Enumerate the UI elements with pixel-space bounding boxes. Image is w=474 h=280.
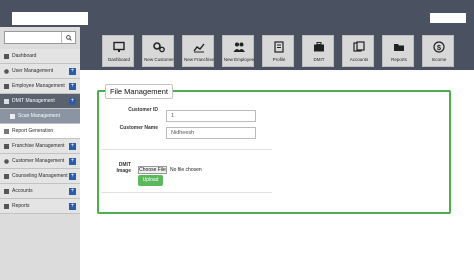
sidebar-item-label: Accounts: [12, 188, 33, 194]
form-divider: [101, 192, 272, 193]
report-icon: [4, 128, 9, 134]
expand-button[interactable]: +: [69, 68, 76, 75]
expand-button[interactable]: +: [69, 188, 76, 195]
counseling-icon: [4, 173, 9, 179]
dmit-image-label: DMIT Image: [81, 162, 131, 174]
sidebar-item-accounts[interactable]: Accounts +: [0, 184, 80, 199]
sidebar-item-label: Employee Management: [12, 83, 65, 89]
customer-name-label: Customer Name: [119, 125, 158, 131]
search-input[interactable]: [4, 31, 76, 44]
sidebar-item-report-generation[interactable]: Report Generation: [0, 124, 80, 139]
tile-label: Dashboard: [107, 57, 130, 62]
dollar-icon: $: [433, 41, 445, 53]
folder-icon: [394, 44, 404, 51]
tile-label: New Customer: [144, 57, 174, 62]
accounts-icon: [353, 41, 365, 52]
tile-label: Accounts: [349, 57, 369, 62]
expand-button[interactable]: +: [69, 98, 76, 105]
expand-button[interactable]: +: [69, 173, 76, 180]
sidebar-menu: Dashboard User Management + Employee Man…: [0, 49, 80, 214]
brand-logo: [12, 12, 88, 25]
chart-icon: [193, 43, 205, 53]
tile-label: Income: [431, 57, 447, 62]
panel-title: File Management: [105, 84, 173, 99]
sidebar-item-employee-management[interactable]: Employee Management +: [0, 79, 80, 94]
sidebar-item-counseling-management[interactable]: Counseling Management +: [0, 169, 80, 184]
sidebar-item-franchise-management[interactable]: Franchise Management +: [0, 139, 80, 154]
scan-icon: [10, 113, 15, 119]
sidebar-item-scan-management[interactable]: Scan Management: [0, 109, 80, 124]
tile-label: New Employee: [223, 57, 255, 62]
customer-id-field[interactable]: 1: [166, 110, 256, 122]
reports-icon: [4, 203, 9, 209]
sidebar-item-label: Counseling Management: [12, 173, 68, 179]
tile-profile[interactable]: Profile: [262, 35, 294, 67]
dashboard-icon: [4, 53, 9, 59]
tile-income[interactable]: $ Income: [422, 35, 454, 67]
monitor-icon: [113, 41, 125, 52]
tile-new-employee[interactable]: New Employee: [222, 35, 254, 67]
upload-button[interactable]: Upload: [138, 175, 163, 186]
tile-new-franchise[interactable]: New Franchise: [182, 35, 214, 67]
sidebar-item-label: Customer Management: [12, 158, 65, 164]
tile-new-customer[interactable]: New Customer: [142, 35, 174, 67]
gears-icon: [153, 42, 165, 53]
sidebar-item-customer-management[interactable]: Customer Management +: [0, 154, 80, 169]
tile-dashboard[interactable]: Dashboard: [102, 35, 134, 67]
customer-name-field[interactable]: Nidheesh: [166, 127, 256, 139]
tile-accounts[interactable]: Accounts: [342, 35, 374, 67]
tile-label: Profile: [272, 57, 286, 62]
sidebar-item-label: User Management: [12, 68, 54, 74]
search-icon: [65, 34, 72, 41]
sidebar-item-label: Reports: [12, 203, 30, 209]
sidebar-item-dashboard[interactable]: Dashboard: [0, 49, 80, 64]
dmit-icon: [4, 98, 9, 104]
customer-icon: [4, 158, 9, 164]
tile-reports[interactable]: Reports: [382, 35, 414, 67]
expand-button[interactable]: +: [69, 83, 76, 90]
employee-icon: [4, 83, 9, 89]
sidebar-item-label: Report Generation: [12, 128, 54, 134]
svg-text:$: $: [437, 43, 442, 52]
user-menu[interactable]: [430, 13, 466, 23]
tile-label: DMIT: [313, 57, 325, 62]
form-divider: [101, 149, 272, 150]
sidebar-item-label: DMIT Management: [12, 98, 55, 104]
accounts-icon: [4, 188, 9, 194]
sidebar-item-dmit-management[interactable]: DMIT Management +: [0, 94, 80, 109]
franchise-icon: [4, 143, 9, 149]
profile-icon: [274, 41, 284, 53]
briefcase-icon: [314, 42, 324, 52]
expand-button[interactable]: +: [69, 143, 76, 150]
sidebar-item-label: Franchise Management: [12, 143, 65, 149]
user-icon: [4, 68, 9, 74]
no-file-text: No file chosen: [170, 167, 202, 173]
tile-label: New Franchise: [183, 57, 214, 62]
sidebar-item-reports[interactable]: Reports +: [0, 199, 80, 214]
choose-file-button[interactable]: Choose File: [138, 166, 167, 174]
sidebar-item-label: Scan Management: [18, 113, 60, 119]
expand-button[interactable]: +: [69, 158, 76, 165]
expand-button[interactable]: +: [69, 203, 76, 210]
dmit-image-label-line: Image: [116, 168, 131, 174]
tile-dmit[interactable]: DMIT: [302, 35, 334, 67]
sidebar-item-label: Dashboard: [12, 53, 37, 59]
customer-id-label: Customer ID: [128, 107, 158, 113]
tile-label: Reports: [391, 57, 407, 62]
quick-access-toolbar: Dashboard New Customer New Franchise New…: [80, 27, 474, 70]
users-icon: [233, 42, 245, 52]
search-button[interactable]: [61, 32, 75, 43]
sidebar-item-user-management[interactable]: User Management +: [0, 64, 80, 79]
sidebar: Dashboard User Management + Employee Man…: [0, 27, 80, 280]
